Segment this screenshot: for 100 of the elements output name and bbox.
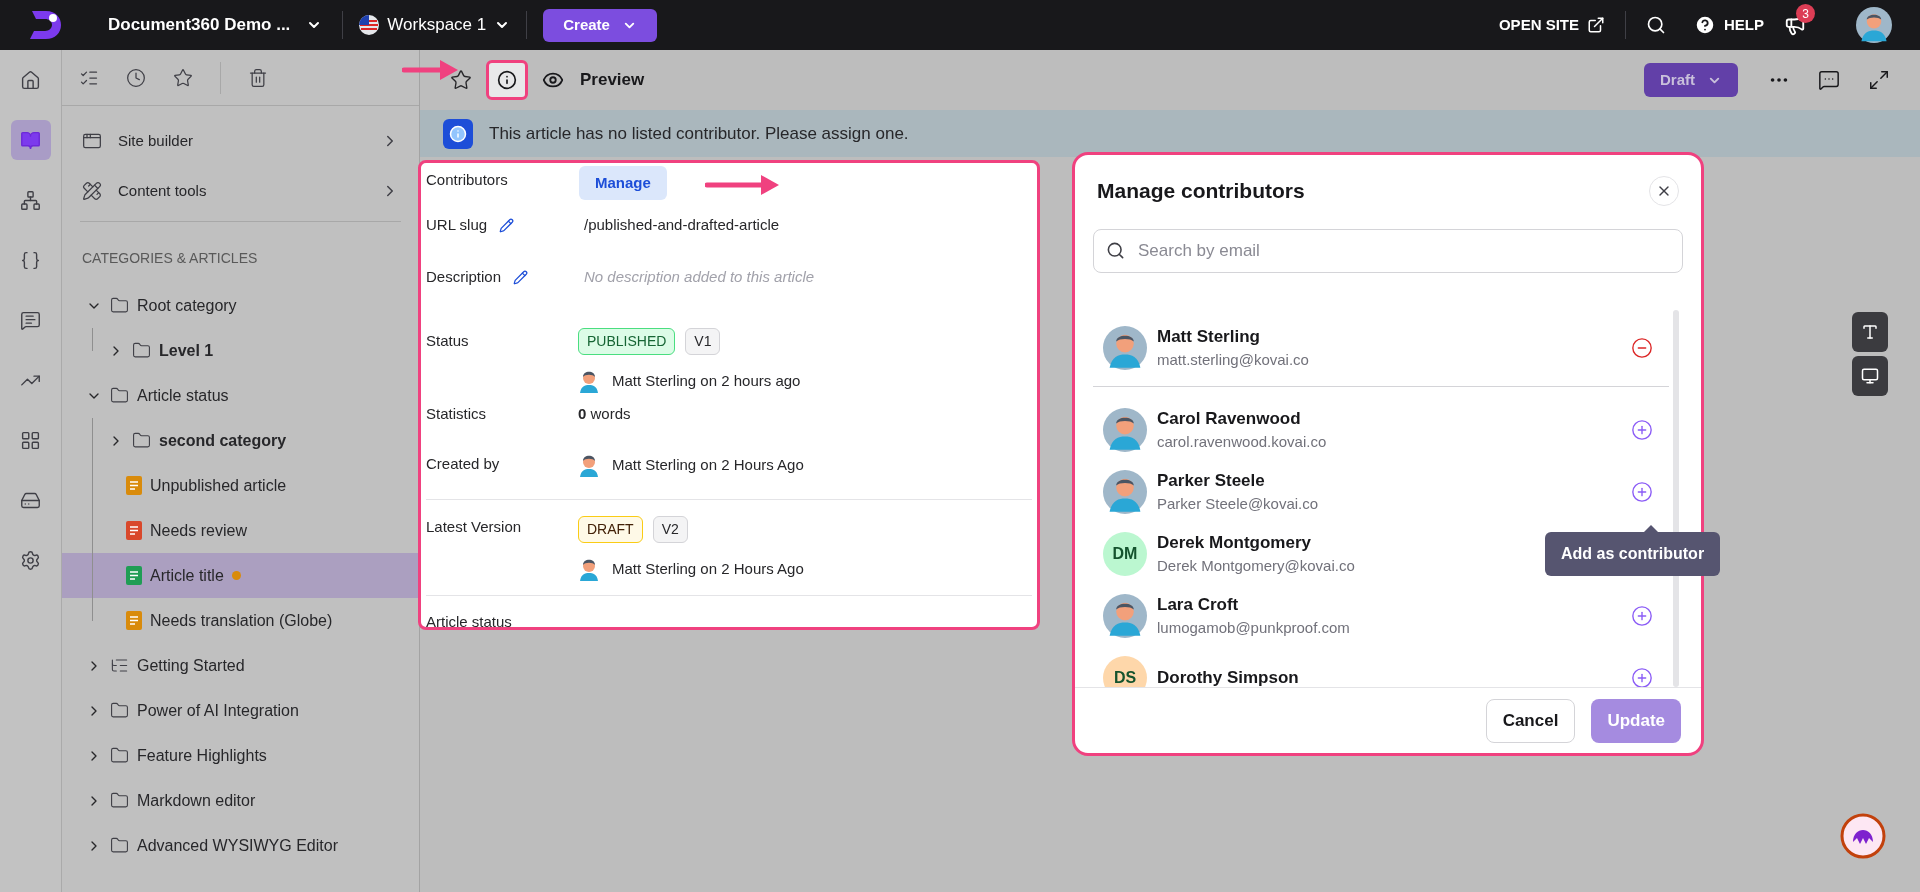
add-icon[interactable] — [1631, 418, 1653, 441]
person-avatar — [1856, 7, 1892, 43]
cancel-button[interactable]: Cancel — [1485, 698, 1576, 743]
contributor-name: Lara Croft — [1157, 593, 1239, 616]
search-field[interactable]: Search by email — [1093, 228, 1683, 273]
status-dropdown[interactable]: Draft — [1644, 63, 1738, 97]
manage-button[interactable]: Manage — [579, 166, 667, 200]
tree-item-label: Needs review — [150, 520, 247, 541]
pencil-icon[interactable] — [499, 217, 515, 233]
person-avatar — [1103, 469, 1147, 514]
folder-icon — [110, 701, 129, 720]
folder-icon — [132, 341, 151, 360]
trash-icon[interactable] — [248, 67, 268, 88]
pencil-icon[interactable] — [513, 269, 529, 285]
contributor-email: Derek Montgomery@kovai.co — [1157, 556, 1355, 576]
help-icon — [1694, 14, 1716, 36]
field-label: URL slug — [426, 215, 488, 235]
tree-item[interactable]: second category — [62, 418, 419, 463]
search-icon — [1106, 240, 1125, 260]
tree-item-label: Needs translation (Globe) — [150, 610, 333, 631]
text-tool-icon[interactable] — [1852, 312, 1888, 352]
tree-item-label: second category — [159, 430, 287, 451]
tree-item-label: Power of AI Integration — [137, 700, 299, 721]
tree-item[interactable]: Markdown editor — [62, 778, 419, 823]
contributor-name: Carol Ravenwood — [1157, 407, 1301, 430]
banner-message: This article has no listed contributor. Please assign one. — [489, 122, 909, 145]
contributor-email: lumogamob@punkproof.com — [1157, 618, 1350, 638]
dialog-title: Manage contributors — [1097, 178, 1305, 204]
menu-item[interactable]: Content tools — [78, 166, 403, 216]
info-button[interactable] — [486, 60, 528, 100]
initials-avatar: DM — [1103, 531, 1147, 576]
window-icon — [82, 131, 102, 151]
person-icon — [578, 369, 600, 393]
annotation-arrow — [402, 59, 458, 81]
comment-icon[interactable] — [1818, 69, 1840, 91]
status-badge: V1 — [685, 328, 721, 355]
field-label: Contributors — [426, 170, 509, 190]
person-avatar — [1103, 325, 1147, 370]
status-badge: DRAFT — [578, 516, 643, 543]
tree-item-label: Article title — [150, 565, 224, 586]
info-icon — [443, 118, 473, 149]
monitor-icon[interactable] — [1852, 356, 1888, 396]
project-selector[interactable]: Document360 Demo ... — [108, 12, 323, 38]
tree-item[interactable]: Unpublished article — [62, 463, 419, 508]
tree-item[interactable]: Power of AI Integration — [62, 688, 419, 733]
external-link-icon — [1587, 16, 1605, 34]
tree-item[interactable]: Advanced WYSIWYG Editor — [62, 823, 419, 868]
author-text: Matt Sterling on 2 hours ago — [612, 370, 801, 391]
open-site-link[interactable]: OPEN SITE — [1498, 13, 1605, 37]
tree-item[interactable]: Needs translation (Globe) — [62, 598, 419, 643]
remove-icon[interactable] — [1631, 336, 1653, 359]
field-label: Description — [426, 267, 502, 287]
create-button[interactable]: Create — [543, 8, 657, 42]
folder-icon — [110, 746, 129, 765]
add-icon[interactable] — [1631, 666, 1653, 687]
pencil-ruler-icon — [82, 181, 102, 201]
tree-item-label: Feature Highlights — [137, 745, 267, 766]
field-label: Statistics — [426, 404, 487, 424]
help-button[interactable]: HELP — [1694, 13, 1764, 37]
person-icon — [578, 557, 600, 581]
folder-icon — [132, 431, 151, 450]
logo-icon — [28, 9, 62, 41]
menu-item[interactable]: Site builder — [78, 116, 403, 166]
field-label: Article status — [426, 613, 512, 630]
add-icon[interactable] — [1631, 480, 1653, 503]
tooltip: Add as contributor — [1545, 532, 1721, 576]
folder-icon — [110, 791, 129, 810]
star-icon[interactable] — [173, 67, 193, 88]
expand-icon[interactable] — [1868, 69, 1890, 91]
tree-item-label: Getting Started — [137, 655, 245, 676]
preview-button[interactable]: Preview — [542, 67, 645, 93]
outline-icon — [110, 656, 129, 675]
tree-item[interactable]: Article status — [62, 373, 419, 418]
flag-icon — [359, 15, 380, 35]
tree-item[interactable]: Needs review — [62, 508, 419, 553]
folder-icon — [110, 836, 129, 855]
add-icon[interactable] — [1631, 604, 1653, 627]
tree-item-label: Markdown editor — [137, 790, 256, 811]
section-title: CATEGORIES & ARTICLES — [81, 249, 259, 268]
workspace-selector[interactable]: Workspace 1 — [359, 12, 511, 38]
info-icon — [497, 70, 517, 90]
contributor-name: Derek Montgomery — [1157, 531, 1311, 554]
search-icon[interactable] — [1646, 15, 1666, 35]
tree-item[interactable]: Level 1 — [62, 328, 419, 373]
tree-item[interactable]: Getting Started — [62, 643, 419, 688]
book-icon[interactable] — [10, 120, 51, 160]
contributor-name: Matt Sterling — [1157, 325, 1260, 348]
tree-item[interactable]: Article title — [62, 553, 419, 598]
tree-item-label: Root category — [137, 295, 237, 316]
tree-item[interactable]: Feature Highlights — [62, 733, 419, 778]
clock-icon[interactable] — [126, 67, 146, 88]
word-count: 0 words — [578, 404, 631, 424]
contributor-name: Dorothy Simpson — [1157, 666, 1299, 687]
notification-badge: 3 — [1796, 4, 1815, 23]
assistant-icon[interactable] — [1839, 812, 1887, 860]
person-avatar — [1103, 593, 1147, 638]
tree-item-label: Unpublished article — [150, 475, 287, 496]
tree-item-label: Article status — [137, 385, 229, 406]
tree-item[interactable]: Root category — [62, 283, 419, 328]
star-icon[interactable] — [450, 69, 472, 91]
